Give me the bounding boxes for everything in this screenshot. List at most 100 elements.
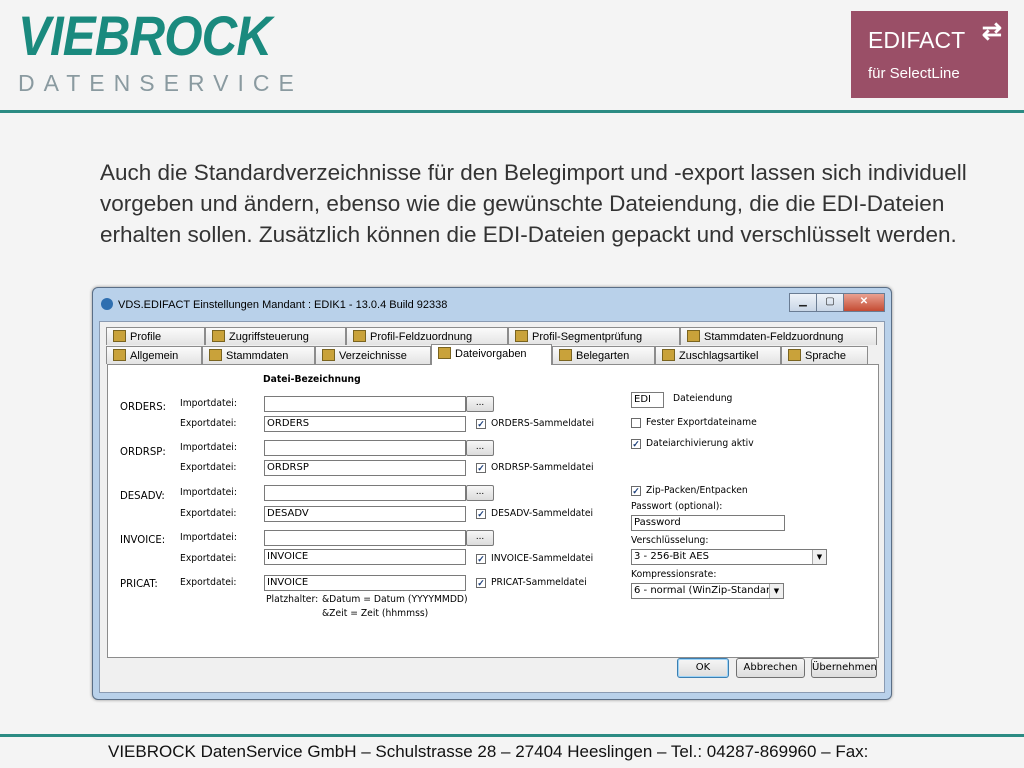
dialog-body: Profile Zugriffsteuerung Profil-Feldzuor… — [99, 321, 885, 693]
segment-check-icon — [515, 330, 528, 342]
document-types-icon — [559, 349, 572, 361]
intro-text: Auch die Standardverzeichnisse für den B… — [100, 160, 967, 247]
orders-import-browse-button[interactable]: ... — [466, 396, 494, 412]
desadv-export-input[interactable]: DESADV — [264, 506, 466, 522]
tab-profile[interactable]: Profile — [106, 327, 205, 345]
invoice-import-input[interactable] — [264, 530, 466, 546]
placeholder-time-hint: &Zeit = Zeit (hhmmss) — [322, 608, 429, 619]
password-label: Passwort (optional): — [631, 501, 723, 512]
ordrsp-export-label: Exportdatei: — [180, 462, 237, 473]
section-ordrsp-label: ORDRSP: — [120, 445, 166, 458]
cancel-button[interactable]: Abbrechen — [736, 658, 805, 678]
file-settings-icon — [438, 347, 451, 359]
pricat-export-input[interactable]: INVOICE — [264, 575, 466, 591]
folder-icon — [322, 349, 335, 361]
encryption-select[interactable]: 3 - 256-Bit AES ▼ — [631, 549, 827, 565]
compression-select[interactable]: 6 - normal (WinZip-Standard) ▼ — [631, 583, 784, 599]
dateivorgaben-panel: Datei-Bezeichnung ORDERS: Importdatei: .… — [107, 364, 879, 658]
password-input[interactable]: Password — [631, 515, 785, 531]
minimize-button[interactable]: ▁ — [789, 293, 817, 312]
close-button[interactable]: ✕ — [843, 293, 885, 312]
tab-profil-segmentpruefung[interactable]: Profil-Segmentprüfung — [508, 327, 680, 345]
product-badge: EDIFACT für SelectLine ⇄ — [851, 11, 1008, 98]
ordrsp-export-input[interactable]: ORDRSP — [264, 460, 466, 476]
file-extension-input[interactable]: EDI — [631, 392, 664, 408]
zip-checkbox[interactable]: ✓ — [631, 486, 641, 496]
product-subtitle: für SelectLine — [868, 65, 960, 82]
company-logo: VIEBROCK DATENSERVICE — [18, 8, 306, 97]
tab-belegarten[interactable]: Belegarten — [552, 346, 655, 364]
tab-profil-feldzuordnung[interactable]: Profil-Feldzuordnung — [346, 327, 508, 345]
placeholder-label: Platzhalter: — [266, 594, 319, 605]
fixed-export-label: Fester Exportdateiname — [646, 417, 757, 428]
ordrsp-import-browse-button[interactable]: ... — [466, 440, 494, 456]
compression-label: Kompressionsrate: — [631, 569, 717, 580]
orders-collect-checkbox[interactable]: ✓ — [476, 419, 486, 429]
footer-contact: VIEBROCK DatenService GmbH – Schulstrass… — [108, 742, 869, 761]
field-map-icon — [353, 330, 366, 342]
desadv-import-browse-button[interactable]: ... — [466, 485, 494, 501]
desadv-collect-checkbox[interactable]: ✓ — [476, 509, 486, 519]
tab-stammdaten[interactable]: Stammdaten — [202, 346, 315, 364]
chevron-down-icon: ▼ — [769, 584, 783, 598]
refresh-arrows-icon: ⇄ — [981, 18, 1002, 45]
orders-export-label: Exportdatei: — [180, 418, 237, 429]
dialog-titlebar: VDS.EDIFACT Einstellungen Mandant : EDIK… — [101, 296, 447, 314]
desadv-export-label: Exportdatei: — [180, 508, 237, 519]
orders-import-label: Importdatei: — [180, 398, 237, 409]
footer-rule — [0, 734, 1024, 737]
maximize-button[interactable]: ▢ — [816, 293, 844, 312]
masterdata-map-icon — [687, 330, 700, 342]
apply-button[interactable]: Übernehmen — [811, 658, 877, 678]
tab-allgemein[interactable]: Allgemein — [106, 346, 202, 364]
archive-checkbox[interactable]: ✓ — [631, 439, 641, 449]
header-rule — [0, 110, 1024, 113]
tab-zugriffsteuerung[interactable]: Zugriffsteuerung — [205, 327, 346, 345]
desadv-import-input[interactable] — [264, 485, 466, 501]
tab-stammdaten-feldzuordnung[interactable]: Stammdaten-Feldzuordnung — [680, 327, 877, 345]
ok-button[interactable]: OK — [677, 658, 729, 678]
ordrsp-collect-label: ORDRSP-Sammeldatei — [491, 462, 594, 473]
dialog-title: VDS.EDIFACT Einstellungen Mandant : EDIK… — [118, 299, 448, 311]
encryption-label: Verschlüsselung: — [631, 535, 709, 546]
tab-zuschlagsartikel[interactable]: Zuschlagsartikel — [655, 346, 781, 364]
masterdata-icon — [209, 349, 222, 361]
zip-label: Zip-Packen/Entpacken — [646, 485, 748, 496]
orders-collect-label: ORDERS-Sammeldatei — [491, 418, 595, 429]
section-invoice-label: INVOICE: — [120, 533, 166, 546]
pricat-collect-label: PRICAT-Sammeldatei — [491, 577, 587, 588]
tab-dateivorgaben[interactable]: Dateivorgaben — [431, 344, 552, 365]
desadv-import-label: Importdatei: — [180, 487, 237, 498]
desadv-collect-label: DESADV-Sammeldatei — [491, 508, 594, 519]
invoice-export-input[interactable]: INVOICE — [264, 549, 466, 565]
pricat-collect-checkbox[interactable]: ✓ — [476, 578, 486, 588]
tab-verzeichnisse[interactable]: Verzeichnisse — [315, 346, 431, 364]
product-title: EDIFACT — [868, 27, 966, 53]
language-icon — [788, 349, 801, 361]
column-header: Datei-Bezeichnung — [263, 374, 361, 385]
section-pricat-label: PRICAT: — [120, 577, 158, 590]
app-icon — [101, 298, 113, 310]
ordrsp-import-input[interactable] — [264, 440, 466, 456]
fixed-export-checkbox[interactable] — [631, 418, 641, 428]
file-extension-label: Dateiendung — [673, 393, 733, 404]
pricat-export-label: Exportdatei: — [180, 577, 237, 588]
settings-dialog: VDS.EDIFACT Einstellungen Mandant : EDIK… — [92, 287, 892, 700]
chevron-down-icon: ▼ — [812, 550, 826, 564]
ordrsp-collect-checkbox[interactable]: ✓ — [476, 463, 486, 473]
profile-icon — [113, 330, 126, 342]
orders-import-input[interactable] — [264, 396, 466, 412]
section-orders-label: ORDERS: — [120, 400, 167, 413]
orders-export-input[interactable]: ORDERS — [264, 416, 466, 432]
invoice-export-label: Exportdatei: — [180, 553, 237, 564]
archive-label: Dateiarchivierung aktiv — [646, 438, 754, 449]
logo-wordmark: VIEBROCK — [18, 4, 272, 67]
invoice-import-label: Importdatei: — [180, 532, 237, 543]
invoice-collect-label: INVOICE-Sammeldatei — [491, 553, 594, 564]
invoice-collect-checkbox[interactable]: ✓ — [476, 554, 486, 564]
invoice-import-browse-button[interactable]: ... — [466, 530, 494, 546]
placeholder-date-hint: &Datum = Datum (YYYYMMDD) — [322, 594, 468, 605]
logo-subline: DATENSERVICE — [18, 70, 303, 96]
tab-sprache[interactable]: Sprache — [781, 346, 868, 364]
section-desadv-label: DESADV: — [120, 489, 165, 502]
